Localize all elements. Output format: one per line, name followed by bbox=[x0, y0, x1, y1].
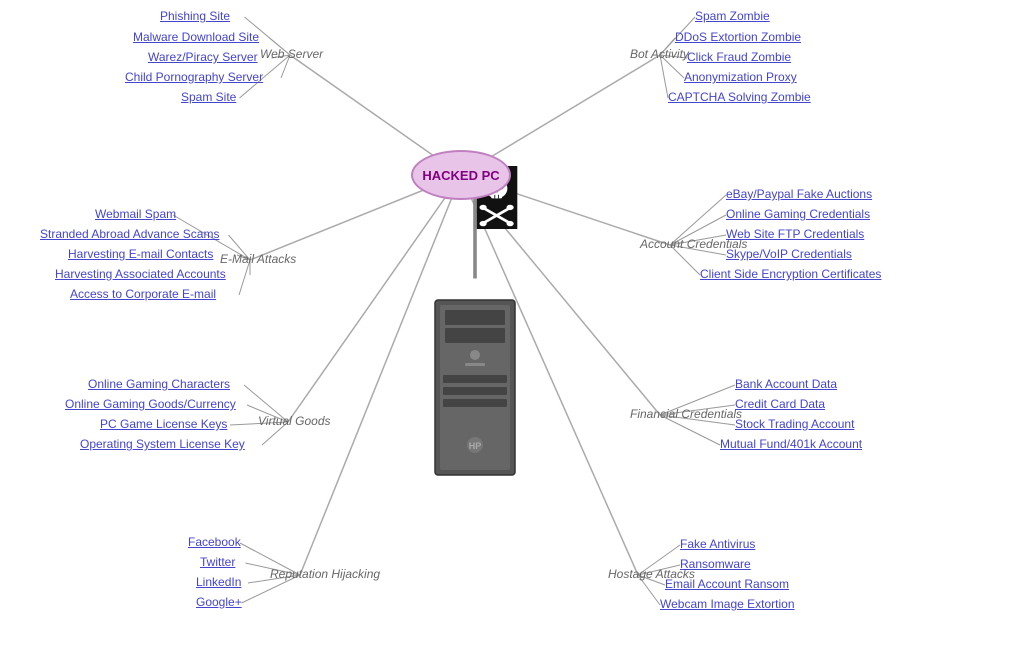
leaf-hostage-attacks: Email Account Ransom bbox=[665, 577, 789, 591]
leaf-virtual-goods: PC Game License Keys bbox=[100, 417, 227, 431]
leaf-account-credentials: Web Site FTP Credentials bbox=[726, 227, 864, 241]
branch-virtual-goods: Virtual Goods bbox=[258, 414, 331, 428]
leaf-virtual-goods: Operating System License Key bbox=[80, 437, 245, 451]
leaf-web-server: Malware Download Site bbox=[133, 30, 259, 44]
leaf-web-server: Phishing Site bbox=[160, 9, 230, 23]
leaf-bot-activity: Click Fraud Zombie bbox=[687, 50, 791, 64]
leaf-hostage-attacks: Fake Antivirus bbox=[680, 537, 755, 551]
leaf-account-credentials: Skype/VoIP Credentials bbox=[726, 247, 852, 261]
leaf-reputation-hijacking: Facebook bbox=[188, 535, 241, 549]
leaf-account-credentials: Client Side Encryption Certificates bbox=[700, 267, 881, 281]
leaf-web-server: Spam Site bbox=[181, 90, 236, 104]
leaf-bot-activity: Spam Zombie bbox=[695, 9, 770, 23]
leaf-account-credentials: eBay/Paypal Fake Auctions bbox=[726, 187, 872, 201]
mind-map: HP HACKED PC Web Server Phishing Site Malw… bbox=[0, 0, 1021, 650]
leaf-hostage-attacks: Webcam Image Extortion bbox=[660, 597, 795, 611]
branch-bot-activity: Bot Activity bbox=[630, 47, 689, 61]
leaf-account-credentials: Online Gaming Credentials bbox=[726, 207, 870, 221]
computer-icon: HP bbox=[415, 280, 535, 480]
leaf-reputation-hijacking: Twitter bbox=[200, 555, 235, 569]
leaf-bot-activity: Anonymization Proxy bbox=[684, 70, 797, 84]
leaf-email-attacks: Harvesting Associated Accounts bbox=[55, 267, 226, 281]
svg-text:HP: HP bbox=[469, 441, 482, 451]
leaf-email-attacks: Harvesting E-mail Contacts bbox=[68, 247, 213, 261]
branch-reputation-hijacking: Reputation Hijacking bbox=[270, 567, 380, 581]
leaf-financial-credentials: Mutual Fund/401k Account bbox=[720, 437, 862, 451]
leaf-hostage-attacks: Ransomware bbox=[680, 557, 751, 571]
leaf-reputation-hijacking: LinkedIn bbox=[196, 575, 241, 589]
center-node: HACKED PC bbox=[411, 150, 511, 200]
leaf-financial-credentials: Credit Card Data bbox=[735, 397, 825, 411]
leaf-bot-activity: DDoS Extortion Zombie bbox=[675, 30, 801, 44]
branch-web-server: Web Server bbox=[260, 47, 323, 61]
leaf-web-server: Warez/Piracy Server bbox=[148, 50, 258, 64]
leaf-email-attacks: Stranded Abroad Advance Scams bbox=[40, 227, 219, 241]
leaf-virtual-goods: Online Gaming Characters bbox=[88, 377, 230, 391]
branch-email-attacks: E-Mail Attacks bbox=[220, 252, 296, 266]
leaf-email-attacks: Access to Corporate E-mail bbox=[70, 287, 216, 301]
leaf-email-attacks: Webmail Spam bbox=[95, 207, 176, 221]
leaf-web-server: Child Pornography Server bbox=[125, 70, 263, 84]
leaf-bot-activity: CAPTCHA Solving Zombie bbox=[668, 90, 811, 104]
leaf-financial-credentials: Stock Trading Account bbox=[735, 417, 854, 431]
leaf-virtual-goods: Online Gaming Goods/Currency bbox=[65, 397, 236, 411]
leaf-reputation-hijacking: Google+ bbox=[196, 595, 242, 609]
leaf-financial-credentials: Bank Account Data bbox=[735, 377, 837, 391]
branch-financial-credentials: Financial Credentials bbox=[630, 407, 742, 421]
